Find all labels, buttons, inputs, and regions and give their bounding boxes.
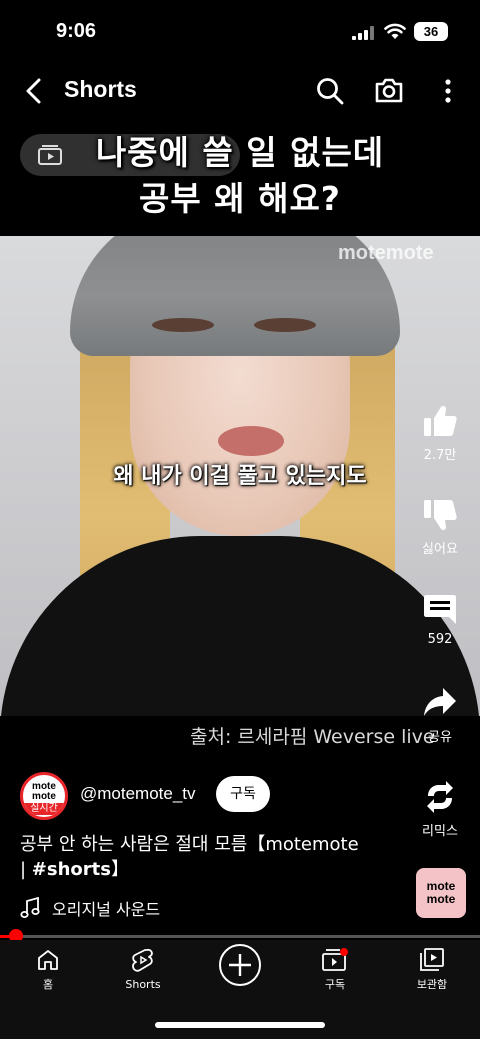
sound-label: 오리지널 사운드 — [52, 900, 161, 919]
back-icon[interactable] — [22, 78, 46, 104]
channel-handle[interactable]: @motemote_tv — [80, 784, 196, 804]
nav-home[interactable]: 홈 — [8, 948, 88, 992]
video-image-lips — [218, 426, 284, 456]
video-image-shirt — [0, 536, 480, 716]
video-image-eye-left — [152, 318, 214, 332]
share-label: 공유 — [428, 730, 452, 745]
headline-line-1: 나중에 쓸 일 없는데 — [95, 133, 385, 172]
nav-subscriptions-label: 구독 — [324, 978, 346, 991]
cellular-signal-icon — [352, 26, 374, 40]
share-button[interactable]: 공유 — [410, 686, 470, 745]
like-count: 2.7만 — [423, 448, 457, 463]
share-icon — [424, 688, 456, 716]
video-headline-area: 나중에 쓸 일 없는데 공부 왜 해요? — [0, 116, 480, 236]
avatar-text-line-2: mote — [32, 791, 56, 802]
sound-thumb-line-2: mote — [426, 892, 456, 906]
nav-subscriptions[interactable]: 구독 — [295, 948, 375, 992]
page-title: Shorts — [64, 76, 137, 102]
nav-library[interactable]: 보관함 — [392, 948, 472, 992]
description-suffix: 】 — [110, 859, 129, 880]
battery-indicator: 36 — [414, 22, 448, 41]
avatar-live-badge: 실시간 — [23, 803, 65, 815]
thumbs-up-icon — [424, 405, 457, 436]
video-subtitle: 왜 내가 이걸 풀고 있는지도 — [113, 464, 367, 489]
nav-shorts-label: Shorts — [125, 978, 161, 991]
create-button[interactable] — [219, 944, 261, 986]
library-icon — [420, 948, 444, 971]
home-indicator — [155, 1022, 325, 1028]
music-note-icon — [20, 897, 40, 918]
remix-button[interactable]: 리믹스 — [410, 780, 470, 839]
channel-avatar[interactable]: mote mote 실시간 — [20, 772, 68, 820]
comment-count: 592 — [427, 632, 453, 647]
status-time: 9:06 — [56, 20, 97, 42]
nav-home-label: 홈 — [42, 978, 54, 991]
nav-library-label: 보관함 — [416, 978, 448, 991]
channel-row: mote mote 실시간 @motemote_tv 구독 — [20, 772, 320, 820]
remix-label: 리믹스 — [422, 824, 458, 839]
comments-button[interactable]: 592 — [410, 592, 470, 647]
video-headline: 나중에 쓸 일 없는데 공부 왜 해요? — [0, 130, 480, 222]
playback-progress-bar[interactable] — [0, 935, 480, 938]
dislike-label: 싫어요 — [422, 542, 458, 557]
video-player[interactable]: motemote 왜 내가 이걸 풀고 있는지도 — [0, 236, 480, 716]
dislike-button[interactable]: 싫어요 — [410, 498, 470, 557]
video-watermark: motemote — [338, 242, 434, 264]
status-bar: 9:06 36 — [0, 0, 480, 64]
video-image-eye-right — [254, 318, 316, 332]
remix-icon — [427, 781, 453, 813]
subscriptions-icon — [322, 948, 348, 971]
more-options-icon[interactable] — [438, 78, 458, 104]
nav-shorts[interactable]: Shorts — [103, 948, 183, 991]
plus-icon — [229, 954, 251, 976]
thumbs-down-icon — [424, 500, 457, 531]
wifi-icon — [384, 23, 406, 39]
video-credit: 출처: 르세라핌 Weverse live — [190, 726, 435, 748]
camera-icon[interactable] — [374, 76, 404, 104]
like-button[interactable]: 2.7만 — [410, 404, 470, 463]
comment-icon — [424, 595, 456, 624]
top-bar: Shorts — [0, 66, 480, 116]
search-icon[interactable] — [316, 77, 344, 105]
description-hashtag[interactable]: #shorts — [32, 859, 111, 880]
sound-thumbnail[interactable]: mote mote — [416, 868, 466, 918]
video-description[interactable]: 공부 안 하는 사람은 절대 모름【motemote | #shorts】 — [20, 832, 370, 882]
subscribe-button[interactable]: 구독 — [216, 776, 270, 812]
shorts-icon — [132, 948, 153, 972]
home-icon — [38, 950, 58, 970]
headline-line-2: 공부 왜 해요? — [139, 179, 341, 218]
